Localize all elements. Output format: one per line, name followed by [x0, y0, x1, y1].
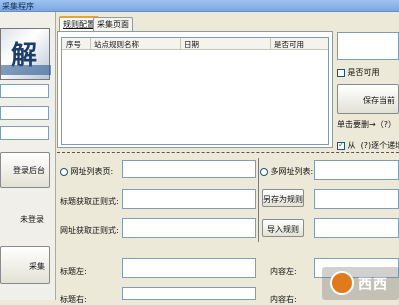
col-rule-name[interactable]: 站点规则名称	[94, 39, 139, 50]
title-bar: 采集程序	[0, 0, 399, 12]
multi-url-row[interactable]: 多网址列表:	[260, 166, 313, 177]
username-field[interactable]	[0, 84, 49, 98]
rules-panel: 序号 站点规则名称 日期 是否可用	[57, 31, 333, 148]
multi-url-input[interactable]	[314, 160, 399, 180]
title-right-input[interactable]	[122, 287, 256, 300]
single-url-radio[interactable]	[60, 167, 68, 176]
increment-row[interactable]: 从 (?)逐个递增	[337, 140, 399, 151]
save-current-button[interactable]: 保存当前	[337, 84, 399, 114]
site-watermark: 西西	[322, 267, 399, 300]
tab-collect-page[interactable]: 采集页面	[93, 17, 133, 31]
url-regex-input[interactable]	[122, 218, 256, 238]
import-rule-button[interactable]: 导入规则	[262, 219, 304, 237]
title-regex-label: 标题获取正则式:	[60, 197, 119, 206]
content-left-label: 内容左:	[270, 267, 297, 276]
multi-url-list-area-2[interactable]	[314, 218, 399, 238]
multi-url-radio[interactable]	[260, 167, 268, 176]
col-divider	[90, 38, 91, 50]
sidebar: 解 登录后台 未登录 采集	[0, 12, 56, 300]
url-regex-label: 网址获取正则式:	[60, 226, 119, 235]
from-label: 从	[347, 141, 356, 150]
multi-url-label: 多网址列表:	[270, 167, 314, 176]
collect-button[interactable]: 采集	[0, 246, 50, 284]
enabled-checkbox[interactable]	[337, 68, 345, 77]
site-url-field[interactable]	[0, 126, 49, 140]
col-divider	[180, 38, 181, 50]
col-enabled[interactable]: 是否可用	[274, 39, 304, 50]
title-regex-input[interactable]	[122, 189, 256, 209]
rule-name-field[interactable]	[337, 32, 399, 60]
watermark-logo-icon	[330, 271, 354, 295]
table-header: 序号 站点规则名称 日期 是否可用	[62, 38, 328, 50]
increment-checkbox[interactable]	[337, 140, 345, 150]
logo-stripe	[1, 65, 51, 75]
login-status-text: 未登录	[20, 215, 44, 224]
title-left-input[interactable]	[122, 258, 256, 278]
save-as-rule-button[interactable]: 另存为规则	[262, 189, 304, 207]
enabled-row[interactable]: 是否可用	[337, 67, 380, 78]
single-url-row[interactable]: 网址列表页:	[60, 166, 113, 177]
login-backend-button[interactable]: 登录后台	[0, 152, 50, 188]
title-left-label: 标题左:	[60, 267, 87, 276]
single-page-label: 单击要删→（?）	[337, 120, 396, 129]
col-index[interactable]: 序号	[66, 39, 81, 50]
single-url-label: 网址列表页:	[70, 167, 114, 176]
app-logo: 解	[0, 28, 51, 80]
enabled-label: 是否可用	[347, 68, 380, 77]
col-date[interactable]: 日期	[184, 39, 199, 50]
password-field[interactable]	[0, 106, 49, 120]
section-divider	[57, 152, 399, 153]
watermark-text: 西西	[358, 277, 388, 293]
single-url-input[interactable]	[122, 160, 256, 178]
multi-url-list-area[interactable]	[314, 189, 399, 209]
increment-suffix: (?)逐个递增	[360, 141, 399, 150]
col-divider	[270, 38, 271, 50]
vertical-divider	[258, 158, 259, 242]
rules-table[interactable]: 序号 站点规则名称 日期 是否可用	[61, 37, 329, 145]
window-title: 采集程序	[2, 2, 34, 11]
